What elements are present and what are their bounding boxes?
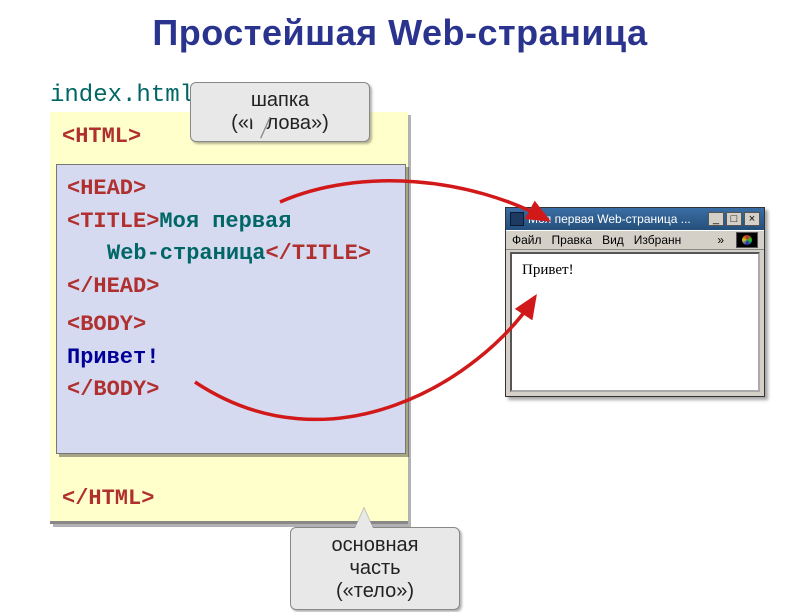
callout-body: основная часть («тело») [290, 527, 460, 610]
body-open-tag: <BODY> [67, 309, 395, 342]
browser-app-icon [510, 212, 524, 226]
body-text: Привет! [67, 342, 395, 375]
title-open-tag: <TITLE> [67, 209, 159, 234]
menu-edit[interactable]: Правка [552, 233, 593, 247]
callout-head: шапка («голова») [190, 82, 370, 142]
browser-content: Привет! [510, 252, 760, 392]
browser-title-text: Моя первая Web-страница ... [528, 212, 691, 226]
callout-head-tail [250, 116, 270, 138]
body-close-tag: </BODY> [67, 374, 395, 407]
callout-head-text: шапка («голова») [231, 89, 329, 134]
head-open-tag: <HEAD> [67, 173, 395, 206]
browser-window: Моя первая Web-страница ... _ □ × Файл П… [505, 207, 765, 397]
menu-favorites[interactable]: Избранн [634, 233, 681, 247]
title-close-tag: </TITLE> [265, 241, 371, 266]
title-text-line1: Моя первая [159, 209, 291, 234]
filename-label: index.html [50, 82, 194, 109]
close-button[interactable]: × [744, 212, 760, 226]
inner-code-box: <HEAD> <TITLE>Моя первая Web-страница</T… [56, 164, 406, 454]
menu-file[interactable]: Файл [512, 233, 542, 247]
slide-title: Простейшая Web-страница [0, 12, 800, 54]
head-close-tag: </HEAD> [67, 271, 395, 304]
browser-titlebar: Моя первая Web-страница ... _ □ × [506, 208, 764, 230]
title-text-line2: Web-страница [67, 241, 265, 266]
callout-body-tail [355, 508, 373, 528]
menu-more-icon[interactable]: » [717, 233, 724, 247]
browser-logo-icon [736, 232, 758, 248]
browser-content-text: Привет! [522, 262, 574, 278]
browser-menubar: Файл Правка Вид Избранн » [506, 230, 764, 250]
maximize-button[interactable]: □ [726, 212, 742, 226]
html-close-tag: </HTML> [62, 484, 396, 514]
minimize-button[interactable]: _ [708, 212, 724, 226]
menu-view[interactable]: Вид [602, 233, 624, 247]
callout-body-line1: основная часть [305, 534, 445, 580]
